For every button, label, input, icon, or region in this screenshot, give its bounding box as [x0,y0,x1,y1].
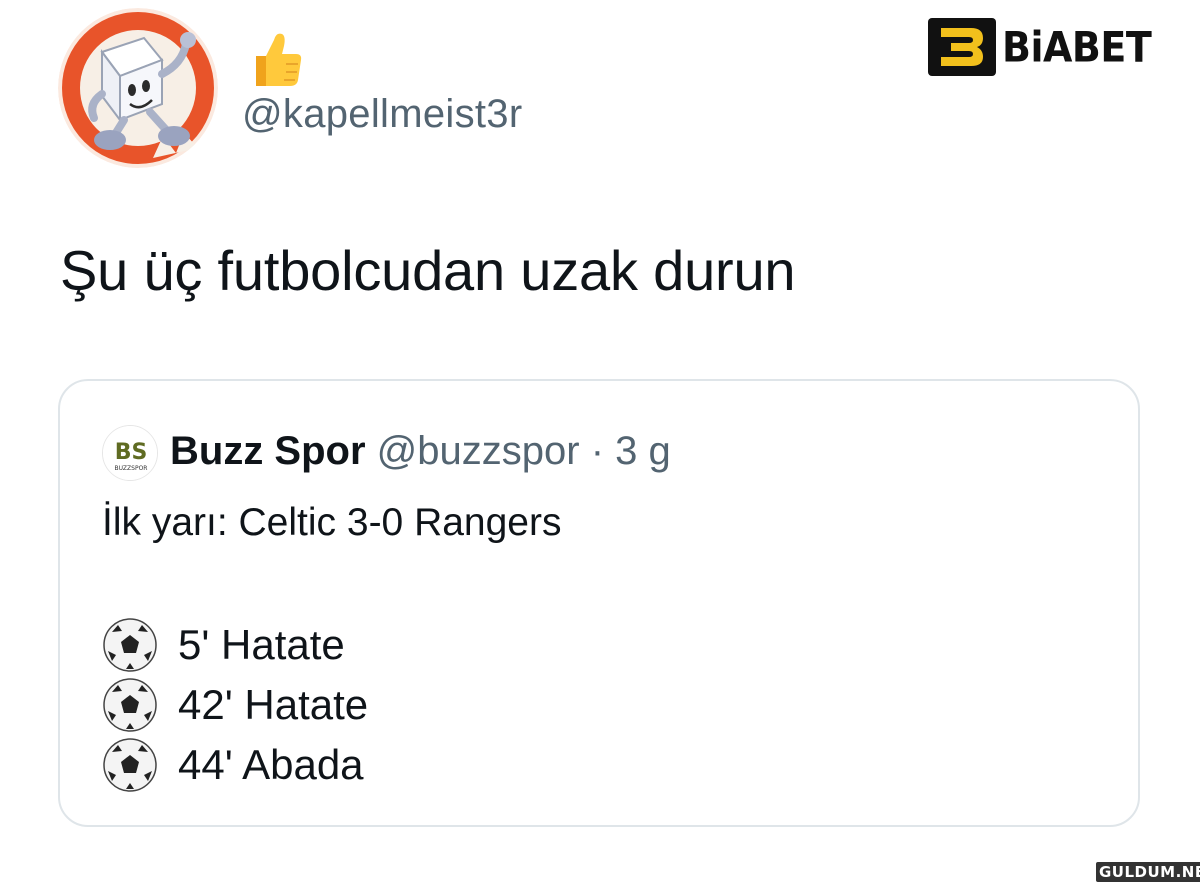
biabet-logo: BiABET [928,18,1152,76]
goal-row: 44' Abada [102,735,368,795]
quoted-display-name[interactable]: Buzz Spor [170,429,366,473]
quoted-tweet-header: Buzz Spor @buzzspor · 3 g [170,427,671,475]
brand-name: BiABET [1002,22,1152,72]
soccer-ball-icon [103,738,157,792]
svg-text:BUZZSPOR: BUZZSPOR [115,465,148,472]
goal-text: 44' Abada [178,741,364,788]
svg-text:BS: BS [115,440,148,465]
goal-list: 5' Hatate 42' Hatate 44' Abada [102,615,368,795]
quoted-tweet-card[interactable]: BS BUZZSPOR Buzz Spor @buzzspor · 3 g İl… [58,379,1140,827]
author-avatar[interactable] [58,8,218,168]
buzz-spor-logo-icon: BS BUZZSPOR [103,426,157,480]
goal-text: 42' Hatate [178,681,369,728]
tweet-screenshot: @kapellmeist3r BiABET Şu üç futbolcudan … [0,0,1200,884]
thumbs-up-icon [256,33,302,86]
soccer-ball-icon [103,618,157,672]
site-watermark: GULDUM.NET [1096,862,1200,882]
soccer-ball-icon [103,678,157,732]
quoted-handle-time: @buzzspor · 3 g [376,429,671,473]
goal-text: 5' Hatate [178,621,345,668]
quoted-author-avatar[interactable]: BS BUZZSPOR [102,425,158,481]
cartoon-sugar-cube-avatar-icon [58,8,218,168]
tweet-text: Şu üç futbolcudan uzak durun [60,239,796,302]
author-handle[interactable]: @kapellmeist3r [242,92,522,137]
goal-row: 5' Hatate [102,615,368,675]
thumbs-up-emoji [240,26,306,92]
goal-row: 42' Hatate [102,675,368,735]
quoted-tweet-first-line: İlk yarı: Celtic 3-0 Rangers [102,501,562,544]
biabet-logo-icon [928,18,996,76]
